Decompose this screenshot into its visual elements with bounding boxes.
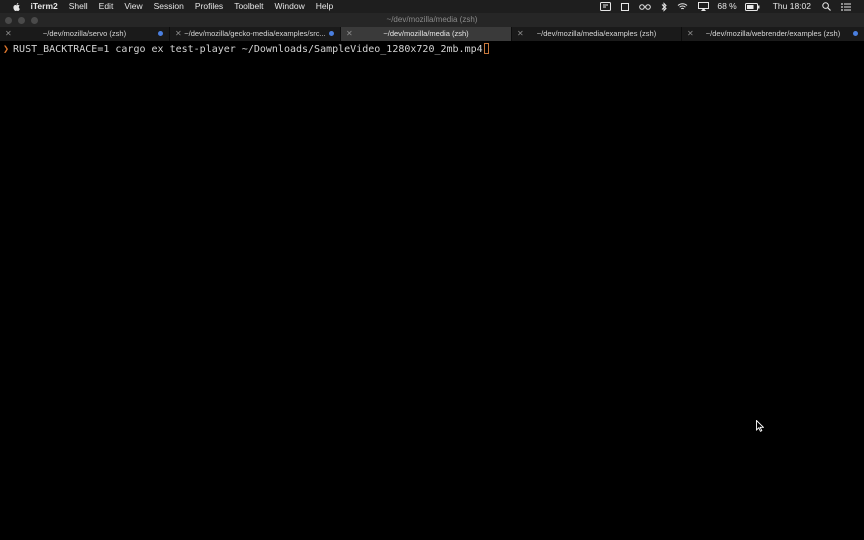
terminal-pane[interactable]: ❯ RUST_BACKTRACE=1 cargo ex test-player ~… [0, 42, 864, 540]
notification-center-icon[interactable] [841, 0, 851, 13]
activity-indicator-icon [329, 31, 334, 36]
tab-webrender-examples[interactable]: ✕ ~/dev/mozilla/webrender/examples (zsh) [682, 27, 864, 41]
prompt-symbol: ❯ [3, 44, 10, 55]
tab-bar: ✕ ~/dev/mozilla/servo (zsh) ✕ ~/dev/mozi… [0, 27, 864, 42]
mouse-pointer-icon [756, 420, 764, 432]
menu-edit[interactable]: Edit [93, 0, 119, 13]
clock[interactable]: Thu 18:02 [773, 0, 811, 13]
menu-view[interactable]: View [119, 0, 148, 13]
menu-shell[interactable]: Shell [63, 0, 93, 13]
menu-bar: iTerm2 Shell Edit View Session Profiles … [0, 0, 864, 13]
menu-window[interactable]: Window [269, 0, 310, 13]
text-cursor [483, 43, 489, 54]
tab-label: ~/dev/mozilla/servo (zsh) [42, 29, 127, 38]
tab-label: ~/dev/mozilla/media/examples (zsh) [536, 29, 657, 38]
tab-gecko-media[interactable]: ✕ ~/dev/mozilla/gecko-media/examples/src… [170, 27, 341, 41]
battery-percent[interactable]: 68 % [717, 0, 736, 13]
tab-media-examples[interactable]: ✕ ~/dev/mozilla/media/examples (zsh) [512, 27, 682, 41]
wifi-icon[interactable] [677, 0, 688, 13]
spotlight-icon[interactable] [822, 0, 831, 13]
bluetooth-icon[interactable] [661, 0, 668, 13]
tab-servo[interactable]: ✕ ~/dev/mozilla/servo (zsh) [0, 27, 170, 41]
menu-toolbelt[interactable]: Toolbelt [229, 0, 269, 13]
apple-icon[interactable] [12, 2, 22, 12]
glasses-icon[interactable] [639, 0, 652, 13]
activity-indicator-icon [158, 31, 163, 36]
activity-indicator-icon [853, 31, 858, 36]
menu-session[interactable]: Session [148, 0, 189, 13]
menu-app-name[interactable]: iTerm2 [25, 0, 63, 13]
airplay-icon[interactable] [698, 0, 710, 13]
menu-profiles[interactable]: Profiles [189, 0, 228, 13]
menu-help[interactable]: Help [310, 0, 338, 13]
tab-media[interactable]: ✕ ~/dev/mozilla/media (zsh) [341, 27, 512, 41]
tab-label: ~/dev/mozilla/media (zsh) [383, 29, 469, 38]
command-text: RUST_BACKTRACE=1 cargo ex test-player ~/… [13, 44, 483, 55]
square-icon[interactable] [621, 0, 630, 13]
battery-icon[interactable] [744, 0, 760, 13]
tab-label: ~/dev/mozilla/webrender/examples (zsh) [705, 29, 841, 38]
window-title: ~/dev/mozilla/media (zsh) [386, 15, 478, 24]
tab-label: ~/dev/mozilla/gecko-media/examples/src..… [184, 29, 326, 38]
keyboard-icon[interactable] [600, 0, 612, 13]
command-line[interactable]: ❯ RUST_BACKTRACE=1 cargo ex test-player ~… [3, 43, 489, 56]
window-titlebar[interactable]: ~/dev/mozilla/media (zsh) [0, 13, 864, 27]
